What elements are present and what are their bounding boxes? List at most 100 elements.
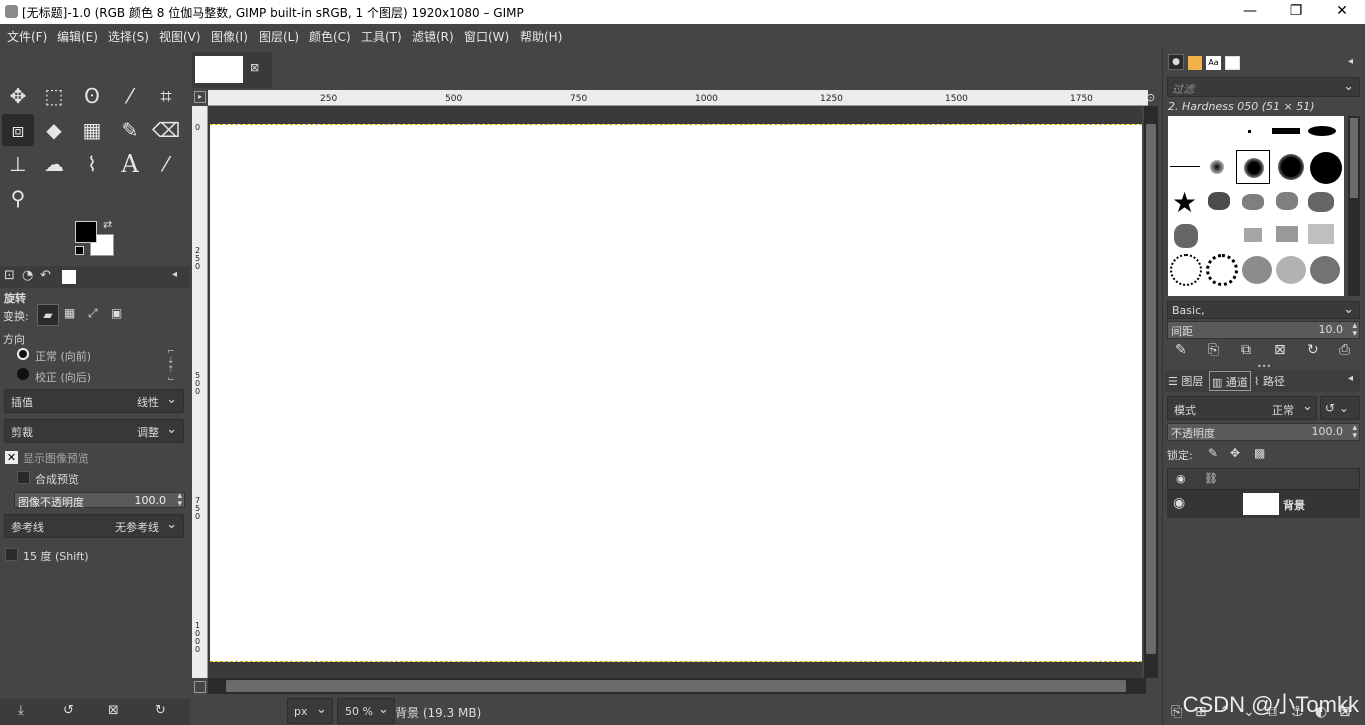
new-layer-icon[interactable]: ⎘ [1171,704,1182,720]
transform-layer-icon[interactable]: ▰ [37,304,59,326]
brush-item[interactable]: ★ [1172,186,1197,219]
layer-name[interactable]: 背景 [1283,497,1305,513]
default-colors-icon[interactable] [75,246,84,255]
new-brush-icon[interactable]: ⎘ [1208,342,1219,358]
brush-item[interactable] [1206,254,1238,286]
direction-toggle-icon[interactable]: ⌐ ⇣ ⇡ ⌙ [167,348,175,384]
interpolation-select[interactable]: 插值 线性 ⌄ [4,389,184,413]
minimize-button[interactable]: — [1227,0,1273,24]
menu-layer[interactable]: 图层(L) [259,28,299,45]
tab-paths[interactable]: ⌇ 路径 [1254,373,1285,389]
menu-help[interactable]: 帮助(H) [520,28,562,45]
show-preview-checkbox[interactable]: ✕ [5,451,18,464]
fonts-tab-icon[interactable]: Aa [1206,56,1221,70]
save-options-icon[interactable]: ⤓ [18,703,24,718]
menu-file[interactable]: 文件(F) [7,28,47,45]
menu-view[interactable]: 视图(V) [159,28,201,45]
patterns-tab-icon[interactable] [1188,56,1202,70]
transform-icon[interactable]: ⧈ [2,114,34,146]
warp-icon[interactable]: ◆ [38,114,70,146]
menu-select[interactable]: 选择(S) [108,28,149,45]
transform-path-icon[interactable]: ⤢ [88,306,98,321]
clone-icon[interactable]: ⊥ [2,148,34,180]
undo-history-tab-icon[interactable]: ↶ [40,268,51,283]
image-canvas[interactable] [210,124,1142,662]
composite-preview-checkbox[interactable] [17,471,30,484]
swap-colors-icon[interactable]: ⇄ [103,218,112,231]
layer-row[interactable]: ◉ 背景 [1167,490,1360,518]
close-button[interactable]: ✕ [1319,0,1365,24]
brush-item[interactable] [1170,254,1202,286]
quick-mask-corner-icon[interactable]: ▸ [194,91,206,103]
gradient-icon[interactable]: ▦ [76,114,108,146]
zoom-to-fit-icon[interactable]: ⊙ [1146,91,1155,104]
open-brush-as-image-icon[interactable]: ⎙ [1339,342,1350,358]
menu-edit[interactable]: 编辑(E) [57,28,98,45]
delete-options-icon[interactable]: ⊠ [108,703,119,718]
brush-preset-select[interactable]: Basic, ⌄ [1167,301,1360,319]
brush-item[interactable] [1244,228,1262,242]
duplicate-brush-icon[interactable]: ⧉ [1241,342,1251,358]
brush-item[interactable] [1170,166,1200,167]
brush-item[interactable] [1276,192,1298,210]
transform-selection-icon[interactable]: ▦ [64,306,75,320]
layer-mode-select[interactable]: 模式 正常 ⌄ [1167,396,1317,420]
foreground-color-swatch[interactable] [75,221,97,243]
brush-scrollbar[interactable] [1348,116,1360,296]
menu-colors[interactable]: 颜色(C) [309,28,351,45]
lasso-icon[interactable]: ʘ [76,80,108,112]
spinner-arrows-icon[interactable]: ▴ ▾ [1352,322,1357,339]
brushes-tab-icon[interactable]: ● [1168,54,1184,70]
lock-alpha-icon[interactable]: ▩ [1254,446,1265,460]
panel-menu-icon[interactable]: ◂ [1348,373,1353,384]
tool-options-tab-icon[interactable]: ⊡ [4,268,15,283]
brush-grid[interactable]: ★ [1168,116,1344,296]
brush-item[interactable] [1308,126,1336,136]
scroll-thumb[interactable] [226,680,1126,692]
panel-menu-icon[interactable]: ◂ [172,269,177,280]
zoom-select[interactable]: 50 % ⌄ [337,698,395,724]
edit-brush-icon[interactable]: ✎ [1175,342,1187,358]
tab-layers[interactable]: ☰ 图层 [1168,373,1203,389]
spinner-arrows-icon[interactable]: ▴ ▾ [177,492,182,509]
brush-item[interactable] [1174,224,1198,248]
zoom-icon[interactable]: ⚲ [2,182,34,214]
maximize-button[interactable]: ❐ [1273,0,1319,24]
refresh-brushes-icon[interactable]: ↻ [1307,342,1319,358]
text-icon[interactable]: A [114,148,146,180]
clipping-select[interactable]: 剪裁 调整 ⌄ [4,419,184,443]
direction-corrective-radio[interactable] [17,368,29,380]
crop-icon[interactable]: ⌗ [150,80,182,112]
menu-filters[interactable]: 滤镜(R) [412,28,454,45]
brush-item-selected[interactable] [1236,150,1270,184]
spacing-spinner[interactable]: 间距 10.0 ▴ ▾ [1167,321,1360,339]
brush-item[interactable] [1210,160,1224,174]
brush-item[interactable] [1310,152,1342,184]
paths-icon[interactable]: ⌇ [76,148,108,180]
composite-mode-select[interactable]: ↺ ⌄ [1320,396,1360,420]
image-tab[interactable]: ⊠ [192,52,272,88]
menu-tools[interactable]: 工具(T) [361,28,402,45]
brush-item[interactable] [1276,256,1306,284]
snap-15-checkbox[interactable] [5,548,18,561]
brush-filter-input[interactable]: 过滤 ⌄ [1167,77,1360,97]
brush-item[interactable] [1248,130,1251,133]
panel-menu-icon[interactable]: ◂ [1348,56,1353,67]
eraser-icon[interactable]: ⌫ [150,114,182,146]
scroll-thumb[interactable] [1146,124,1156,654]
brush-item[interactable] [1278,154,1304,180]
images-tab-icon[interactable] [62,270,76,284]
image-opacity-spinner[interactable]: 图像不透明度 100.0 ▴ ▾ [14,492,185,509]
brush-item[interactable] [1308,192,1334,212]
vertical-scrollbar[interactable] [1144,106,1158,678]
lock-position-icon[interactable]: ✥ [1230,446,1240,460]
unit-select[interactable]: px ⌄ [287,698,333,724]
menu-image[interactable]: 图像(I) [211,28,248,45]
close-image-tab-icon[interactable]: ⊠ [250,61,259,74]
horizontal-scrollbar[interactable] [208,678,1146,694]
paintbrush-icon[interactable]: ✎ [114,114,146,146]
color-picker-icon[interactable]: ⁄ [150,148,182,180]
direction-normal-radio[interactable] [17,348,29,360]
tab-channels[interactable]: ▥ 通道 [1209,371,1251,391]
brush-item[interactable] [1242,194,1264,210]
